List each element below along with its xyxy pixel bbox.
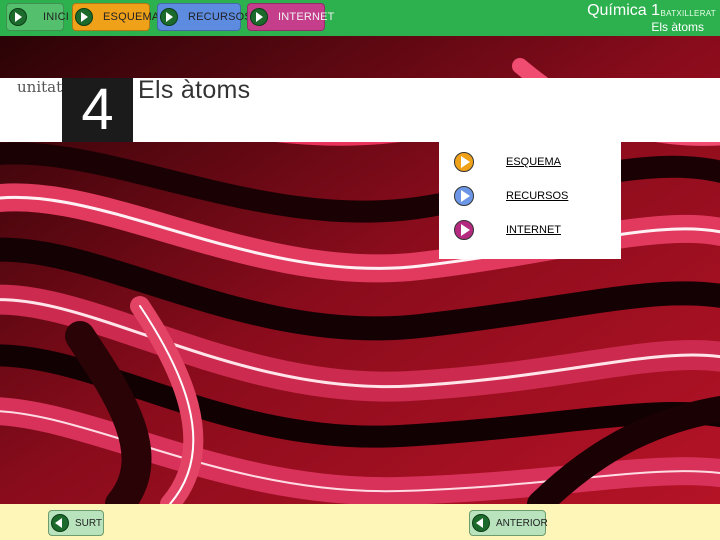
recursos-button[interactable]: RECURSOS: [157, 3, 252, 31]
back-arrow-icon: [51, 514, 69, 532]
play-blue-icon: [454, 186, 474, 206]
unit-menu-panel: ESQUEMA RECURSOS INTERNET: [439, 142, 621, 259]
internet-label: INTERNET: [278, 11, 335, 23]
bottom-bar: SURT ANTERIOR: [0, 504, 720, 540]
menu-item-recursos[interactable]: RECURSOS: [439, 184, 621, 210]
play-orange-icon: [454, 152, 474, 172]
unit-word: unitat: [17, 78, 63, 96]
course-title: Química 1: [587, 2, 660, 19]
inici-button[interactable]: INICI: [6, 3, 69, 31]
menu-item-label: INTERNET: [506, 224, 561, 236]
play-purple-icon: [454, 220, 474, 240]
esquema-label: ESQUEMA: [103, 11, 160, 23]
menu-item-internet[interactable]: INTERNET: [439, 218, 621, 244]
esquema-button[interactable]: ESQUEMA: [72, 3, 159, 31]
internet-button[interactable]: INTERNET: [247, 3, 334, 31]
unit-title: Els àtoms: [138, 76, 251, 104]
menu-item-label: RECURSOS: [506, 190, 569, 202]
top-navigation-bar: INICI ESQUEMA RECURSOS INTERNET Química …: [0, 0, 720, 36]
exit-button[interactable]: SURT: [48, 510, 104, 536]
exit-label: SURT: [75, 517, 103, 529]
play-icon: [250, 8, 268, 26]
back-arrow-icon: [472, 514, 490, 532]
play-icon: [9, 8, 27, 26]
inici-label: INICI: [43, 11, 70, 23]
play-icon: [160, 8, 178, 26]
previous-label: ANTERIOR: [496, 517, 548, 529]
unit-number: 4: [81, 77, 114, 142]
play-icon: [75, 8, 93, 26]
previous-button[interactable]: ANTERIOR: [469, 510, 548, 536]
menu-item-esquema[interactable]: ESQUEMA: [439, 150, 621, 176]
recursos-label: RECURSOS: [188, 11, 252, 23]
menu-item-label: ESQUEMA: [506, 156, 562, 168]
course-subtitle: Els àtoms: [651, 20, 704, 34]
course-level: BATXILLERAT: [660, 9, 716, 18]
